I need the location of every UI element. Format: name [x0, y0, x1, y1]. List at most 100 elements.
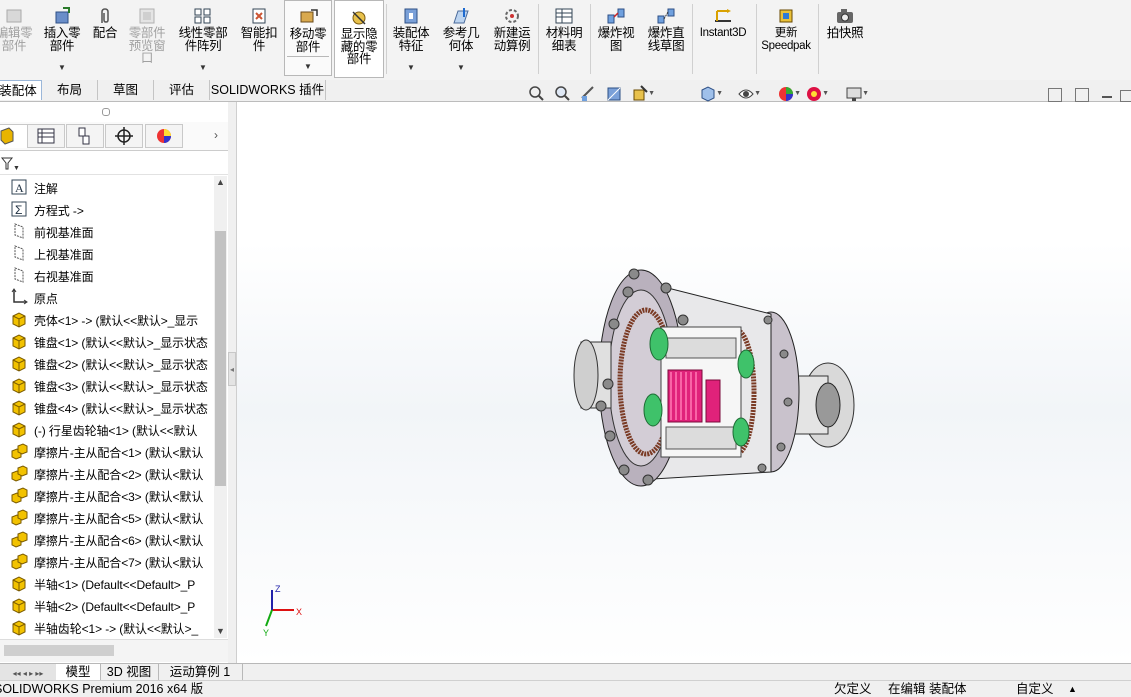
part-icon: [10, 574, 28, 592]
graphics-area[interactable]: X Z Y: [236, 102, 1131, 663]
ribbon-separator: [590, 4, 591, 74]
show-hidden-components-button[interactable]: 显示隐 藏的零 部件: [334, 0, 384, 78]
tree-item[interactable]: 锥盘<3> (默认<<默认>_显示状态: [0, 374, 214, 396]
panel-splitter[interactable]: ◂: [228, 102, 237, 663]
tree-item[interactable]: 前视基准面: [0, 220, 214, 242]
reference-geometry-dropdown-icon[interactable]: ▼: [457, 63, 465, 72]
scroll-up-icon[interactable]: ▲: [214, 176, 227, 189]
update-speedpak-button[interactable]: 更新 Speedpak: [758, 0, 814, 78]
minimize-viewport-icon[interactable]: [1102, 96, 1112, 98]
configuration-manager-tab[interactable]: [66, 124, 104, 148]
smart-fasteners-button[interactable]: 智能扣 件: [236, 0, 282, 78]
tree-item[interactable]: Σ 方程式 ->: [0, 198, 214, 220]
tree-item[interactable]: 原点: [0, 286, 214, 308]
horizontal-scrollbar-thumb[interactable]: [4, 645, 114, 656]
part-icon: [10, 618, 28, 636]
insert-component-dropdown-icon[interactable]: ▼: [58, 63, 66, 72]
maximize-viewport-icon[interactable]: [1120, 90, 1131, 102]
scrollbar-thumb[interactable]: [215, 231, 226, 486]
tab-assembly[interactable]: 装配体: [0, 80, 42, 100]
linear-pattern-dropdown-icon[interactable]: ▼: [199, 63, 207, 72]
display-style-icon[interactable]: ▼: [737, 84, 761, 104]
bom-button[interactable]: 材料明 细表: [540, 0, 588, 78]
camera-icon: [834, 7, 856, 25]
move-component-button[interactable]: 移动零 部件 ▼: [284, 0, 332, 76]
restore-panel-icon[interactable]: [1048, 88, 1062, 102]
display-manager-tab[interactable]: [145, 124, 183, 148]
differential-assembly-model[interactable]: [573, 268, 855, 487]
ribbon-separator: [818, 4, 819, 74]
view-orientation-icon[interactable]: ▼: [699, 84, 723, 104]
tree-item[interactable]: 半轴齿轮<1> -> (默认<<默认>_: [0, 616, 214, 638]
units-menu-icon[interactable]: ▲: [1068, 681, 1077, 697]
tree-item[interactable]: 上视基准面: [0, 242, 214, 264]
tree-item[interactable]: A 注解: [0, 176, 214, 198]
chevron-right-icon[interactable]: ›: [214, 128, 218, 142]
expand-panel-icon[interactable]: [1075, 88, 1089, 102]
assembly-features-dropdown-icon[interactable]: ▼: [407, 63, 415, 72]
tree-item[interactable]: 右视基准面: [0, 264, 214, 286]
filter-icon[interactable]: ▼: [0, 154, 20, 174]
tree-item-label: 注解: [34, 182, 58, 196]
tab-motion-study-1[interactable]: 运动算例 1: [158, 664, 243, 680]
plane-icon: [10, 222, 28, 240]
plane-icon: [10, 266, 28, 284]
tree-item[interactable]: 摩擦片-主从配合<7> (默认<默认: [0, 550, 214, 572]
feature-tree: A 注解 Σ 方程式 -> 前视基准面 上视基准面 右视基准面 原点 壳体<1> -> (默认<…: [0, 176, 214, 638]
tab-nav-arrows[interactable]: ◂◂ ◂ ▸ ▸▸: [0, 664, 57, 680]
zoom-to-fit-icon[interactable]: [527, 84, 545, 104]
tree-item-label: 摩擦片-主从配合<5> (默认<默认: [34, 512, 204, 526]
tab-evaluate[interactable]: 评估: [154, 80, 210, 100]
tree-item[interactable]: 摩擦片-主从配合<1> (默认<默认: [0, 440, 214, 462]
view-settings-monitor-icon[interactable]: ▼: [845, 84, 869, 104]
take-snapshot-button[interactable]: 拍快照: [820, 0, 870, 78]
linear-pattern-button[interactable]: 线性零部 件阵列 ▼: [174, 0, 232, 78]
tree-item[interactable]: 摩擦片-主从配合<6> (默认<默认: [0, 528, 214, 550]
tree-item[interactable]: 锥盘<4> (默认<<默认>_显示状态: [0, 396, 214, 418]
horizontal-scrollbar[interactable]: [0, 639, 228, 662]
status-units[interactable]: 自定义: [1016, 681, 1054, 697]
previous-view-icon[interactable]: [579, 84, 597, 104]
property-manager-tab[interactable]: [27, 124, 65, 148]
scroll-down-icon[interactable]: ▼: [214, 625, 227, 638]
instant3d-button[interactable]: Instant3D: [694, 0, 752, 78]
tree-vertical-scrollbar[interactable]: ▲ ▼: [214, 176, 227, 638]
move-component-dropdown[interactable]: ▼: [287, 56, 329, 73]
tree-item[interactable]: 摩擦片-主从配合<5> (默认<默认: [0, 506, 214, 528]
tree-item[interactable]: 锥盘<1> (默认<<默认>_显示状态: [0, 330, 214, 352]
zoom-to-area-icon[interactable]: [553, 84, 571, 104]
assembly-features-button[interactable]: 装配体 特征 ▼: [388, 0, 434, 78]
edit-component-button[interactable]: 编辑零 部件: [0, 0, 36, 78]
exploded-view-button[interactable]: 爆炸视 图: [592, 0, 640, 78]
reference-geometry-button[interactable]: 参考几 何体 ▼: [438, 0, 484, 78]
tree-item[interactable]: 摩擦片-主从配合<3> (默认<默认: [0, 484, 214, 506]
feature-manager-tab[interactable]: [0, 124, 28, 148]
component-preview-button[interactable]: 零部件 预览窗 口: [124, 0, 170, 78]
new-motion-study-button[interactable]: 新建运 动算例: [488, 0, 536, 78]
tree-item[interactable]: 半轴<1> (Default<<Default>_P: [0, 572, 214, 594]
appearance-icon[interactable]: ▼: [777, 84, 801, 104]
dynamic-annotation-icon[interactable]: ▼: [631, 84, 655, 104]
tab-sketch[interactable]: 草图: [98, 80, 154, 100]
dimxpert-manager-tab[interactable]: [105, 124, 143, 148]
tab-layout[interactable]: 布局: [42, 80, 98, 100]
tab-solidworks-addins[interactable]: SOLIDWORKS 插件: [210, 80, 326, 100]
tree-item[interactable]: 壳体<1> -> (默认<<默认>_显示: [0, 308, 214, 330]
tab-model[interactable]: 模型: [56, 664, 101, 680]
tree-item[interactable]: (-) 行星齿轮轴<1> (默认<<默认: [0, 418, 214, 440]
assembly-model-viewport[interactable]: X Z Y: [236, 102, 1131, 663]
tab-3d-view[interactable]: 3D 视图: [100, 664, 159, 680]
insert-component-button[interactable]: 插入零 部件 ▼: [40, 0, 84, 78]
tree-filter-row[interactable]: ▼: [0, 152, 228, 175]
splitter-grip-icon[interactable]: ◂: [228, 352, 236, 386]
scene-icon[interactable]: ▼: [805, 84, 829, 104]
exploded-view-icon: [605, 7, 627, 25]
section-view-icon[interactable]: [605, 84, 623, 104]
tree-item[interactable]: 半轴<2> (Default<<Default>_P: [0, 594, 214, 616]
explode-line-sketch-button[interactable]: 爆炸直 线草图: [642, 0, 690, 78]
mate-button[interactable]: 配合: [88, 0, 122, 78]
panel-collapse-handle[interactable]: [102, 108, 110, 116]
tree-item[interactable]: 摩擦片-主从配合<2> (默认<默认: [0, 462, 214, 484]
ribbon-separator: [538, 4, 539, 74]
tree-item[interactable]: 锥盘<2> (默认<<默认>_显示状态: [0, 352, 214, 374]
